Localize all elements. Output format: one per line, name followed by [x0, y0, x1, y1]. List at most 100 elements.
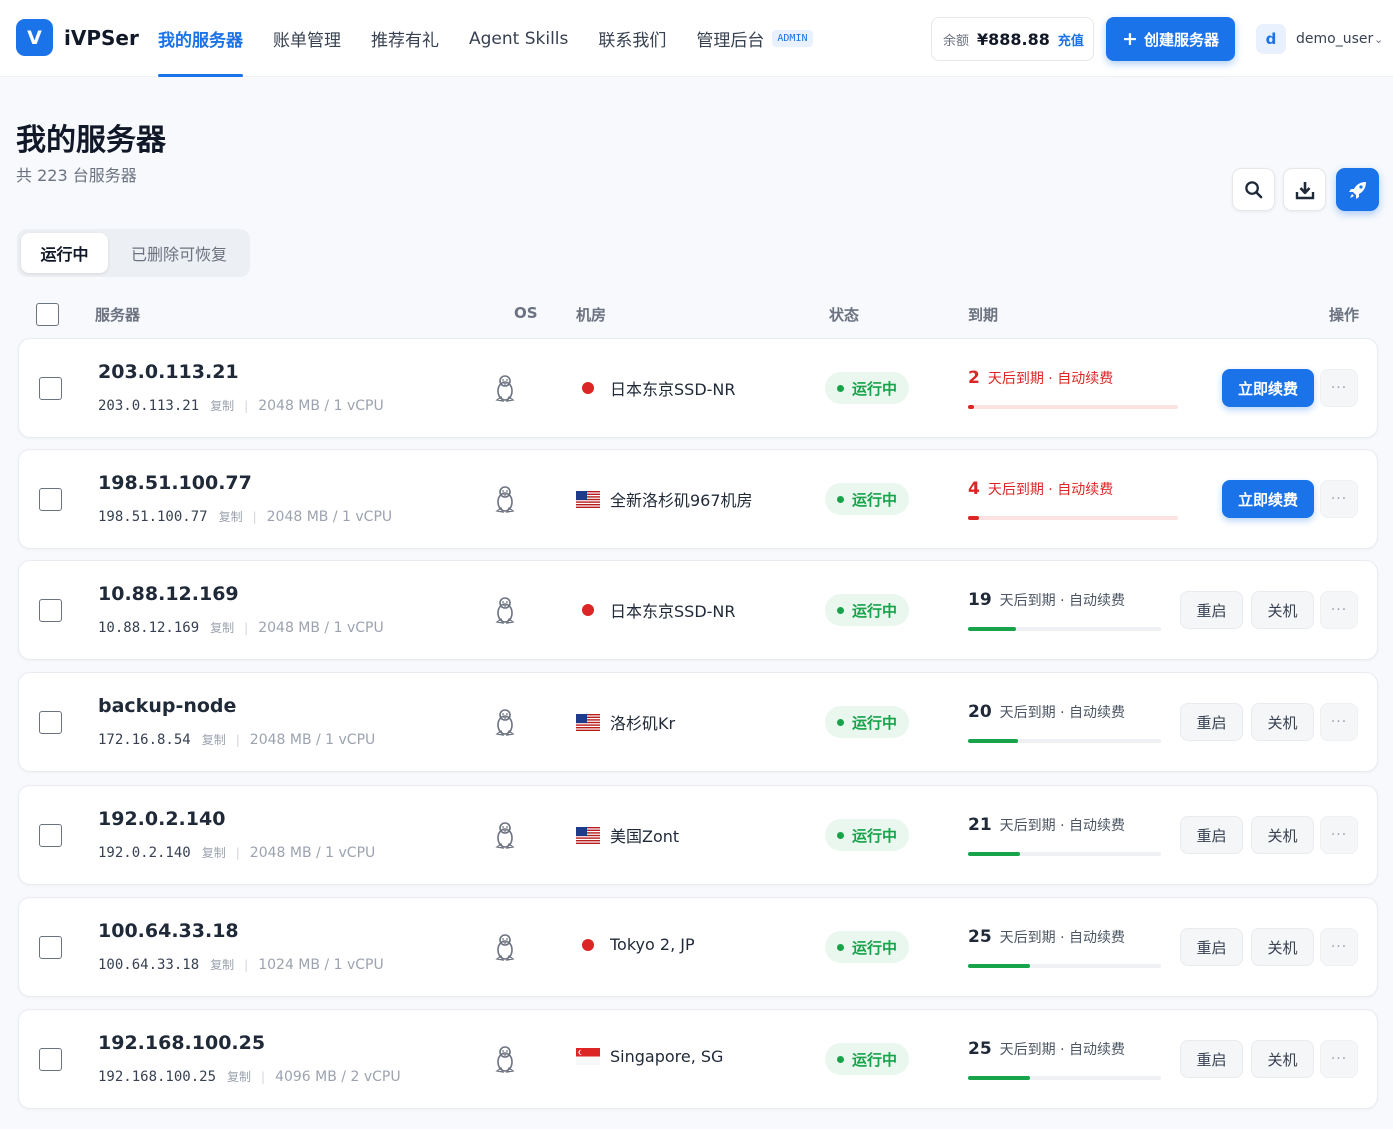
- username[interactable]: demo_user: [1296, 31, 1373, 47]
- column-header-os[interactable]: OS: [514, 304, 538, 322]
- server-name[interactable]: 10.88.12.169: [98, 583, 239, 605]
- nav-item-contact[interactable]: 联系我们: [598, 0, 666, 77]
- shutdown-button[interactable]: 关机: [1251, 928, 1314, 966]
- reboot-button[interactable]: 重启: [1180, 1040, 1243, 1078]
- tab-deleted-recoverable[interactable]: 已删除可恢复: [114, 233, 244, 273]
- reboot-button[interactable]: 重启: [1180, 591, 1243, 629]
- deploy-button[interactable]: [1336, 168, 1379, 211]
- datacenter: 全新洛杉矶967机房: [576, 487, 753, 511]
- copy-ip-button[interactable]: 复制: [210, 619, 234, 636]
- reboot-button[interactable]: 重启: [1180, 703, 1243, 741]
- table-row[interactable]: backup-node 172.16.8.54 复制 | 2048 MB / 1…: [18, 672, 1378, 772]
- table-row[interactable]: 10.88.12.169 10.88.12.169 复制 | 2048 MB /…: [18, 560, 1378, 660]
- top-navbar: V iVPSer 我的服务器 账单管理 推荐有礼 Agent Skills 联系…: [0, 0, 1393, 77]
- status-dot-icon: [837, 831, 844, 839]
- expire-text: 天后到期 · 自动续费: [999, 818, 1126, 834]
- server-name[interactable]: 198.51.100.77: [98, 472, 252, 494]
- expire-progress-track: [968, 627, 1161, 631]
- shutdown-button[interactable]: 关机: [1251, 1040, 1314, 1078]
- copy-ip-button[interactable]: 复制: [210, 397, 234, 414]
- nav-item-referral[interactable]: 推荐有礼: [371, 0, 439, 77]
- nav-item-agent-skills[interactable]: Agent Skills: [469, 0, 568, 77]
- expire-text: 天后到期 · 自动续费: [999, 1042, 1126, 1058]
- nav-item-label: 联系我们: [598, 31, 667, 51]
- nav-item-my-servers[interactable]: 我的服务器: [158, 0, 243, 77]
- row-checkbox[interactable]: [39, 1048, 62, 1071]
- copy-ip-button[interactable]: 复制: [202, 844, 226, 861]
- row-checkbox[interactable]: [39, 599, 62, 622]
- row-checkbox[interactable]: [39, 824, 62, 847]
- nav-item-label: Agent Skills: [469, 28, 569, 49]
- expire-text: 天后到期 · 自动续费: [999, 593, 1126, 609]
- recharge-link[interactable]: 充值: [1058, 30, 1084, 49]
- table-row[interactable]: 192.168.100.25 192.168.100.25 复制 | 4096 …: [18, 1009, 1378, 1109]
- brand-name[interactable]: iVPSer: [64, 26, 139, 50]
- column-header-server[interactable]: 服务器: [95, 304, 140, 325]
- export-button[interactable]: [1283, 168, 1326, 211]
- status-dot-icon: [837, 384, 844, 392]
- expire-info: 19 天后到期 · 自动续费: [968, 590, 1125, 610]
- status-label: 运行中: [852, 1050, 898, 1069]
- chevron-down-icon[interactable]: ⌄: [1374, 33, 1383, 46]
- renew-button[interactable]: 立即续费: [1222, 480, 1314, 518]
- row-checkbox[interactable]: [39, 377, 62, 400]
- column-header-expire[interactable]: 到期: [968, 304, 998, 325]
- app-logo[interactable]: V: [16, 19, 53, 56]
- table-row[interactable]: 203.0.113.21 203.0.113.21 复制 | 2048 MB /…: [18, 338, 1378, 438]
- more-actions-button[interactable]: ···: [1320, 369, 1358, 407]
- status-dot-icon: [837, 718, 844, 726]
- avatar[interactable]: d: [1256, 24, 1286, 54]
- copy-ip-button[interactable]: 复制: [219, 508, 243, 525]
- more-actions-button[interactable]: ···: [1320, 1040, 1358, 1078]
- more-actions-button[interactable]: ···: [1320, 591, 1358, 629]
- server-name[interactable]: 203.0.113.21: [98, 361, 239, 383]
- server-name[interactable]: 100.64.33.18: [98, 920, 239, 942]
- more-actions-button[interactable]: ···: [1320, 703, 1358, 741]
- nav-item-admin[interactable]: 管理后台 ADMIN: [696, 0, 813, 77]
- copy-ip-button[interactable]: 复制: [210, 956, 234, 973]
- table-row[interactable]: 198.51.100.77 198.51.100.77 复制 | 2048 MB…: [18, 449, 1378, 549]
- column-header-datacenter[interactable]: 机房: [576, 304, 606, 325]
- server-name[interactable]: 192.0.2.140: [98, 808, 225, 830]
- server-meta: 172.16.8.54 复制 | 2048 MB / 1 vCPU: [98, 731, 375, 748]
- expire-days: 25: [968, 1039, 992, 1059]
- expire-progress-fill: [968, 516, 979, 520]
- tab-running[interactable]: 运行中: [21, 233, 108, 273]
- expire-progress-track: [968, 1076, 1161, 1080]
- status-badge: 运行中: [825, 594, 910, 626]
- more-actions-button[interactable]: ···: [1320, 928, 1358, 966]
- table-row[interactable]: 192.0.2.140 192.0.2.140 复制 | 2048 MB / 1…: [18, 785, 1378, 885]
- server-spec: 2048 MB / 1 vCPU: [258, 619, 384, 636]
- shutdown-button[interactable]: 关机: [1251, 816, 1314, 854]
- row-checkbox[interactable]: [39, 488, 62, 511]
- download-icon: [1295, 181, 1314, 199]
- create-server-label: 创建服务器: [1143, 30, 1219, 49]
- create-server-button[interactable]: + 创建服务器: [1106, 17, 1235, 61]
- shutdown-button[interactable]: 关机: [1251, 591, 1314, 629]
- more-actions-button[interactable]: ···: [1320, 816, 1358, 854]
- copy-ip-button[interactable]: 复制: [227, 1068, 251, 1085]
- divider: |: [261, 1069, 266, 1084]
- copy-ip-button[interactable]: 复制: [202, 731, 226, 748]
- select-all-checkbox[interactable]: [36, 303, 59, 326]
- expire-info: 20 天后到期 · 自动续费: [968, 702, 1125, 722]
- more-actions-button[interactable]: ···: [1320, 480, 1358, 518]
- status-dot-icon: [837, 943, 844, 951]
- renew-button[interactable]: 立即续费: [1222, 369, 1314, 407]
- server-name[interactable]: 192.168.100.25: [98, 1032, 265, 1054]
- expire-progress-fill: [968, 1076, 1030, 1080]
- datacenter-name: 日本东京SSD-NR: [610, 602, 736, 621]
- nav-item-billing[interactable]: 账单管理: [273, 0, 341, 77]
- admin-badge: ADMIN: [772, 30, 813, 47]
- row-checkbox[interactable]: [39, 936, 62, 959]
- reboot-button[interactable]: 重启: [1180, 816, 1243, 854]
- table-row[interactable]: 100.64.33.18 100.64.33.18 复制 | 1024 MB /…: [18, 897, 1378, 997]
- column-header-status[interactable]: 状态: [829, 304, 859, 325]
- shutdown-button[interactable]: 关机: [1251, 703, 1314, 741]
- row-checkbox[interactable]: [39, 711, 62, 734]
- status-badge: 运行中: [825, 483, 910, 515]
- search-button[interactable]: [1232, 168, 1275, 211]
- server-name[interactable]: backup-node: [98, 695, 236, 717]
- flag-jp-icon: [576, 936, 600, 953]
- reboot-button[interactable]: 重启: [1180, 928, 1243, 966]
